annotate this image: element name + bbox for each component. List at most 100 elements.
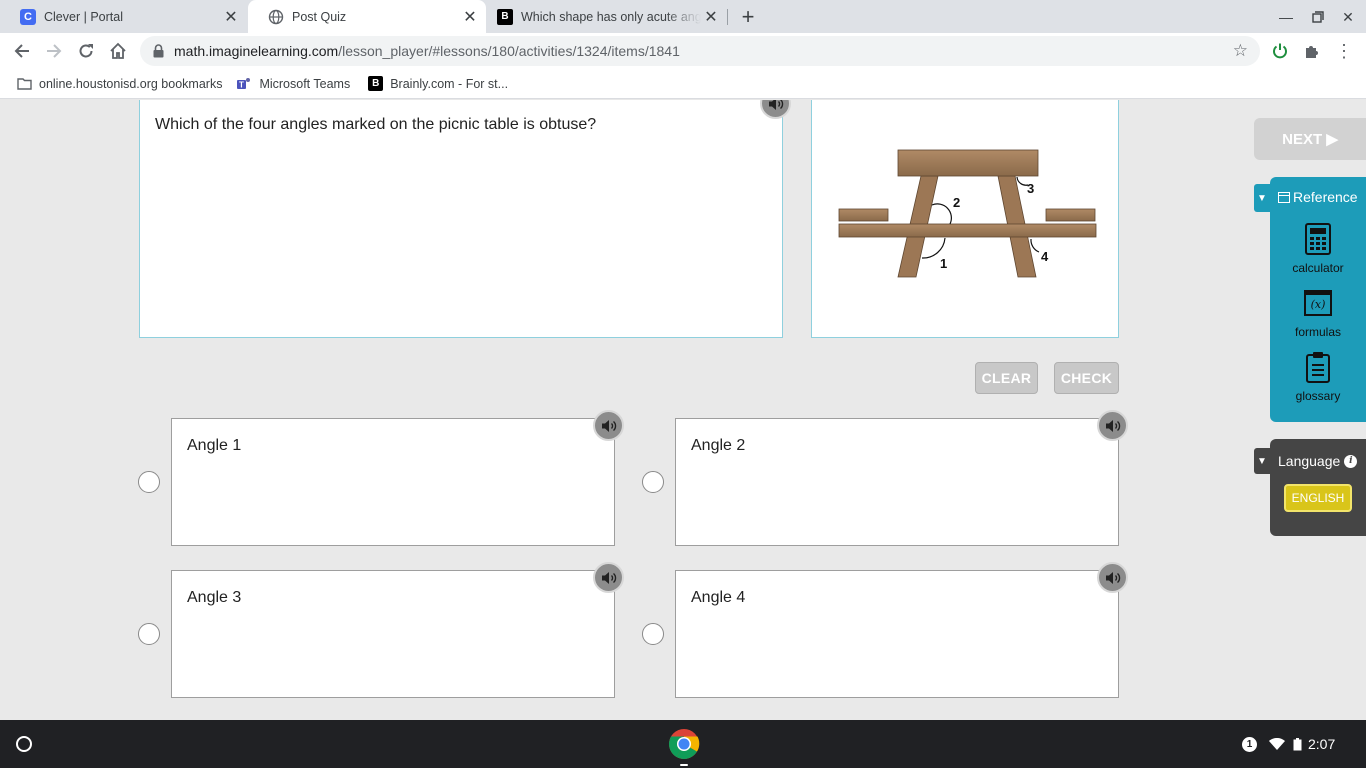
tool-label: glossary — [1295, 389, 1341, 403]
reference-collapse-icon[interactable]: ▼ — [1254, 184, 1270, 212]
check-button[interactable]: CHECK — [1054, 362, 1119, 394]
bookmark-label: online.houstonisd.org bookmarks — [39, 76, 223, 91]
notification-badge[interactable]: 1 — [1242, 736, 1257, 752]
globe-icon — [268, 9, 284, 25]
browser-toolbar: math.imaginelearning.com/lesson_player/#… — [0, 33, 1366, 69]
formulas-icon-text: (x) — [1304, 290, 1332, 316]
reference-header[interactable]: Reference — [1278, 189, 1358, 205]
bookmark-label: Microsoft Teams — [259, 76, 351, 91]
url-text: math.imaginelearning.com/lesson_player/#… — [174, 43, 680, 59]
bench-seat-plank — [838, 223, 1097, 238]
choice-label: Angle 2 — [691, 437, 746, 454]
language-title: Language — [1278, 453, 1341, 469]
power-extension-icon[interactable] — [1268, 39, 1292, 63]
speaker-icon[interactable] — [1097, 562, 1128, 593]
bookmarks-bar: online.houstonisd.org bookmarks T Micros… — [0, 69, 1366, 99]
address-bar[interactable]: math.imaginelearning.com/lesson_player/#… — [140, 36, 1260, 66]
forward-icon[interactable] — [42, 39, 66, 63]
speaker-icon[interactable] — [593, 410, 624, 441]
angle-label-3: 3 — [1027, 181, 1034, 196]
tab-brainly[interactable]: B Which shape has only acute angles ✕ — [477, 0, 727, 33]
answer-choice-3[interactable]: Angle 3 — [171, 562, 624, 698]
os-taskbar: 1 2:07 — [0, 720, 1366, 768]
restore-icon[interactable] — [1308, 7, 1328, 27]
choice-label: Angle 1 — [187, 437, 242, 454]
bookmark-teams[interactable]: T Microsoft Teams — [236, 76, 350, 92]
brainly-icon: B — [497, 8, 513, 25]
close-icon[interactable]: ✕ — [701, 7, 721, 27]
folder-icon — [16, 76, 32, 92]
choice-radio-1[interactable] — [138, 471, 160, 493]
glossary-icon — [1270, 349, 1366, 385]
choice-radio-2[interactable] — [642, 471, 664, 493]
speaker-icon[interactable] — [1097, 410, 1128, 441]
formulas-icon: (x) — [1270, 285, 1366, 321]
info-icon[interactable]: i — [1344, 454, 1358, 468]
calculator-tool[interactable]: calculator — [1270, 221, 1366, 275]
angle-arc-4 — [1030, 238, 1040, 253]
tab-title: Clever | Portal — [44, 9, 123, 24]
choice-radio-3[interactable] — [138, 623, 160, 645]
angle-label-2: 2 — [953, 195, 960, 210]
bench-left-top — [838, 208, 889, 222]
tab-title: Which shape has only acute angles — [521, 9, 701, 24]
url-domain: math.imaginelearning.com — [174, 43, 339, 59]
menu-kebab-icon[interactable]: ⋮ — [1332, 39, 1356, 63]
svg-text:T: T — [240, 80, 245, 89]
system-tray[interactable]: 1 2:07 — [1242, 732, 1360, 756]
figure-panel: 2 1 3 4 — [811, 100, 1119, 338]
bookmark-brainly[interactable]: B Brainly.com - For st... — [368, 76, 508, 91]
reference-panel: Reference calculator (x) formulas glossa… — [1270, 177, 1366, 422]
reload-icon[interactable] — [74, 39, 98, 63]
bookmark-houstonisd[interactable]: online.houstonisd.org bookmarks — [16, 76, 222, 92]
clear-button[interactable]: CLEAR — [975, 362, 1038, 394]
answer-choice-1[interactable]: Angle 1 — [171, 410, 624, 546]
angle-label-1: 1 — [940, 256, 947, 271]
choice-label: Angle 4 — [691, 589, 746, 606]
new-tab-button[interactable]: + — [736, 4, 760, 29]
brainly-icon: B — [368, 76, 384, 91]
speaker-icon[interactable] — [593, 562, 624, 593]
wifi-icon — [1269, 738, 1285, 750]
clever-icon: C — [20, 8, 36, 25]
battery-icon — [1293, 737, 1302, 750]
next-button[interactable]: NEXT ▶ — [1254, 118, 1366, 160]
calculator-icon — [1270, 221, 1366, 257]
question-text: Which of the four angles marked on the p… — [155, 116, 597, 133]
clock-time: 2:07 — [1308, 736, 1336, 752]
formulas-tool[interactable]: (x) formulas — [1270, 285, 1366, 339]
url-path: /lesson_player/#lessons/180/activities/1… — [338, 43, 680, 59]
chrome-icon[interactable] — [668, 728, 700, 760]
reference-title: Reference — [1293, 189, 1358, 205]
tab-title: Post Quiz — [292, 9, 347, 24]
lesson-page: Which of the four angles marked on the p… — [0, 100, 1366, 720]
back-icon[interactable] — [10, 39, 34, 63]
answer-choice-2[interactable]: Angle 2 — [675, 410, 1128, 546]
glossary-tool[interactable]: glossary — [1270, 349, 1366, 403]
active-app-indicator — [680, 764, 688, 766]
answer-choice-4[interactable]: Angle 4 — [675, 562, 1128, 698]
choice-label: Angle 3 — [187, 589, 242, 606]
lock-icon[interactable] — [153, 44, 164, 58]
language-header: Language i — [1278, 453, 1358, 469]
language-collapse-icon[interactable]: ▼ — [1254, 448, 1270, 474]
close-icon[interactable]: ✕ — [221, 7, 241, 27]
close-window-icon[interactable]: ✕ — [1338, 7, 1358, 27]
speaker-icon[interactable] — [760, 100, 791, 119]
angle-arc-2 — [931, 203, 952, 225]
choice-radio-4[interactable] — [642, 623, 664, 645]
teams-icon: T — [236, 76, 252, 92]
table-top — [897, 149, 1039, 177]
bookmark-star-icon[interactable]: ☆ — [1233, 41, 1248, 61]
home-icon[interactable] — [106, 39, 130, 63]
tab-post-quiz[interactable]: Post Quiz ✕ — [248, 0, 486, 33]
extensions-puzzle-icon[interactable] — [1300, 39, 1324, 63]
question-panel: Which of the four angles marked on the p… — [139, 100, 791, 338]
tool-label: formulas — [1294, 325, 1341, 339]
tab-clever[interactable]: C Clever | Portal ✕ — [0, 0, 247, 33]
language-panel: Language i ENGLISH — [1270, 439, 1366, 536]
english-language-button[interactable]: ENGLISH — [1284, 484, 1352, 512]
bookmark-label: Brainly.com - For st... — [390, 76, 509, 91]
minimize-icon[interactable]: — — [1276, 7, 1296, 27]
launcher-icon[interactable] — [16, 736, 32, 752]
